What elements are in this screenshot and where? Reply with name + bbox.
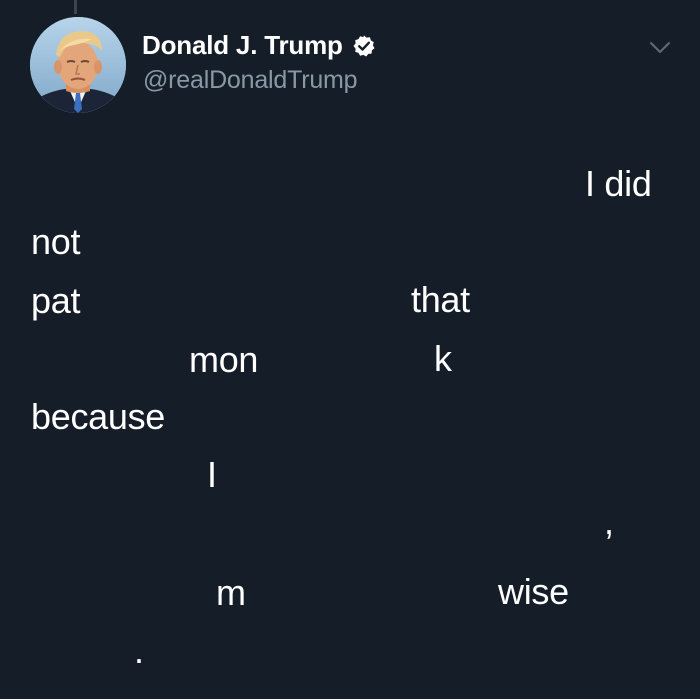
tweet-word: not <box>31 221 81 262</box>
profile-photo-avatar-icon <box>30 17 126 113</box>
author-display-name[interactable]: Donald J. Trump <box>142 30 343 61</box>
chevron-down-icon[interactable] <box>649 40 671 56</box>
tweet-word: mon <box>189 339 259 380</box>
tweet-word: . <box>134 630 144 671</box>
tweet-word: m <box>216 572 246 613</box>
tweet-word: that <box>411 279 470 320</box>
tweet-word: pat <box>31 280 81 321</box>
tweet-word: k <box>434 338 452 379</box>
author-name-row[interactable]: Donald J. Trump <box>142 30 376 61</box>
author-handle[interactable]: @realDonaldTrump <box>143 66 358 95</box>
tweet-word: , <box>604 501 614 542</box>
tweet-word: because <box>31 396 166 437</box>
verified-check-icon <box>352 34 376 58</box>
avatar[interactable] <box>30 17 126 113</box>
tweet-word: I did <box>585 163 652 204</box>
thread-connector-line <box>74 0 77 14</box>
tweet-word: I <box>207 454 217 495</box>
tweet-word: wise <box>498 571 569 612</box>
